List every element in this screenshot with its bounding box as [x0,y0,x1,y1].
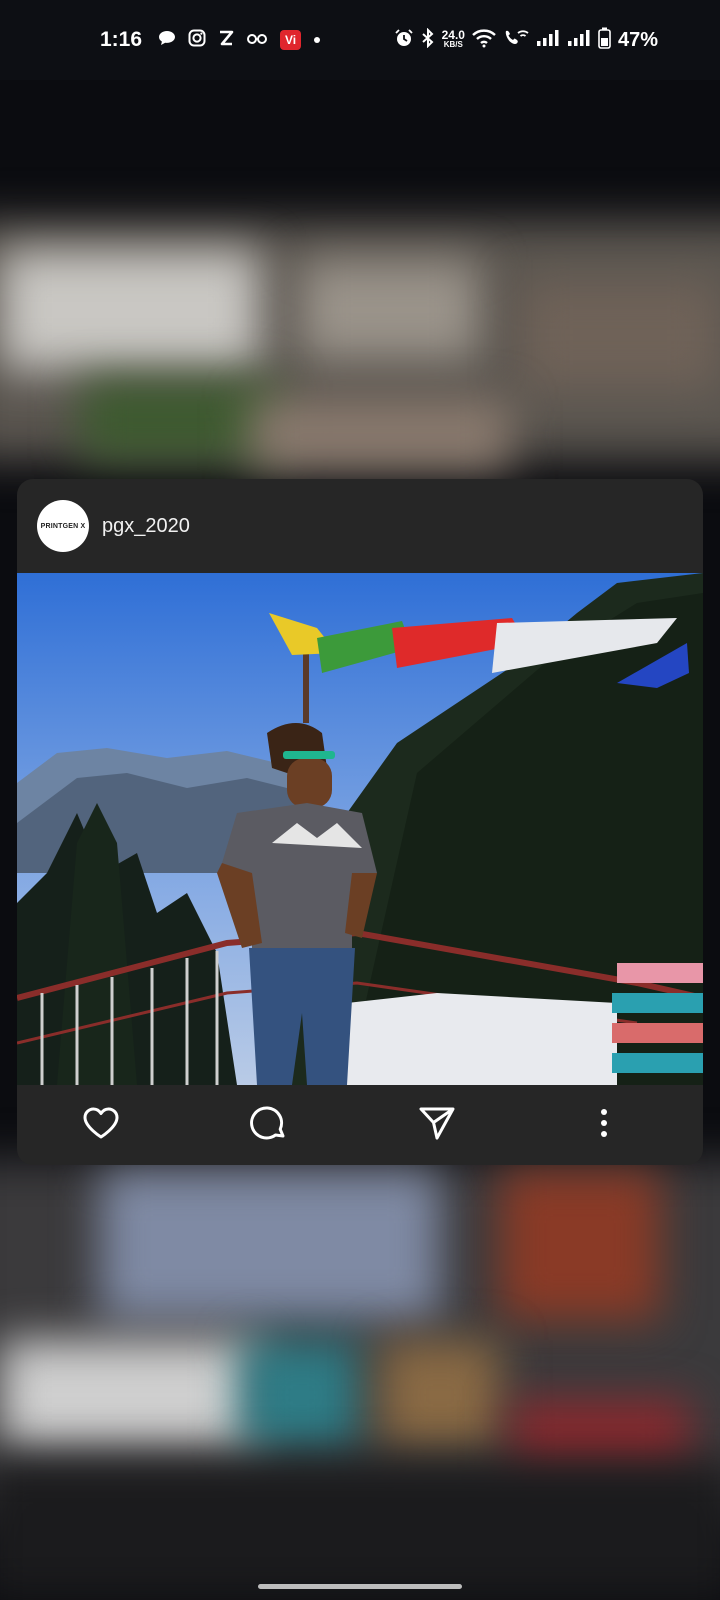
instagram-icon [188,29,206,52]
post-card[interactable]: PRINTGEN X pgx_2020 [17,479,703,1165]
send-icon [418,1105,456,1146]
vi-carrier-label: Vi [284,33,297,47]
clock: 1:16 [100,28,143,51]
incognito-glasses-icon [246,31,268,50]
more-vertical-icon [600,1108,608,1143]
post-photo[interactable] [17,573,703,1085]
more-options-button[interactable] [584,1105,624,1145]
share-button[interactable] [417,1105,457,1145]
heart-icon [82,1106,120,1145]
network-speed: 24.0 KB/S [441,28,465,50]
notification-dot-icon [313,31,321,49]
zomato-icon [218,29,234,52]
like-button[interactable] [81,1105,121,1145]
avatar-logo-text: PRINTGEN X [40,522,86,530]
status-bar: 1:16 Vi 24.0 KB/S 47% [0,0,720,80]
wifi-calling-icon [503,28,529,53]
bluetooth-icon [421,27,435,53]
signal-strength-icon-sim1 [536,29,560,52]
signal-strength-icon-sim2 [567,29,591,52]
comment-button[interactable] [249,1105,289,1145]
gesture-navigation-handle[interactable] [258,1584,462,1589]
network-speed-value: 24.0 [441,28,465,42]
network-speed-unit: KB/S [443,40,463,49]
username[interactable]: pgx_2020 [102,515,190,538]
alarm-icon [394,28,414,53]
vi-carrier-icon: Vi [280,30,302,50]
message-bubble-icon [158,30,176,51]
battery-icon [598,27,611,54]
post-header: PRINTGEN X pgx_2020 [17,479,703,573]
avatar[interactable]: PRINTGEN X [37,500,89,552]
comment-icon [250,1104,288,1147]
battery-percentage: 47% [617,28,658,51]
post-actions-bar [17,1085,703,1165]
wifi-icon [472,28,496,53]
